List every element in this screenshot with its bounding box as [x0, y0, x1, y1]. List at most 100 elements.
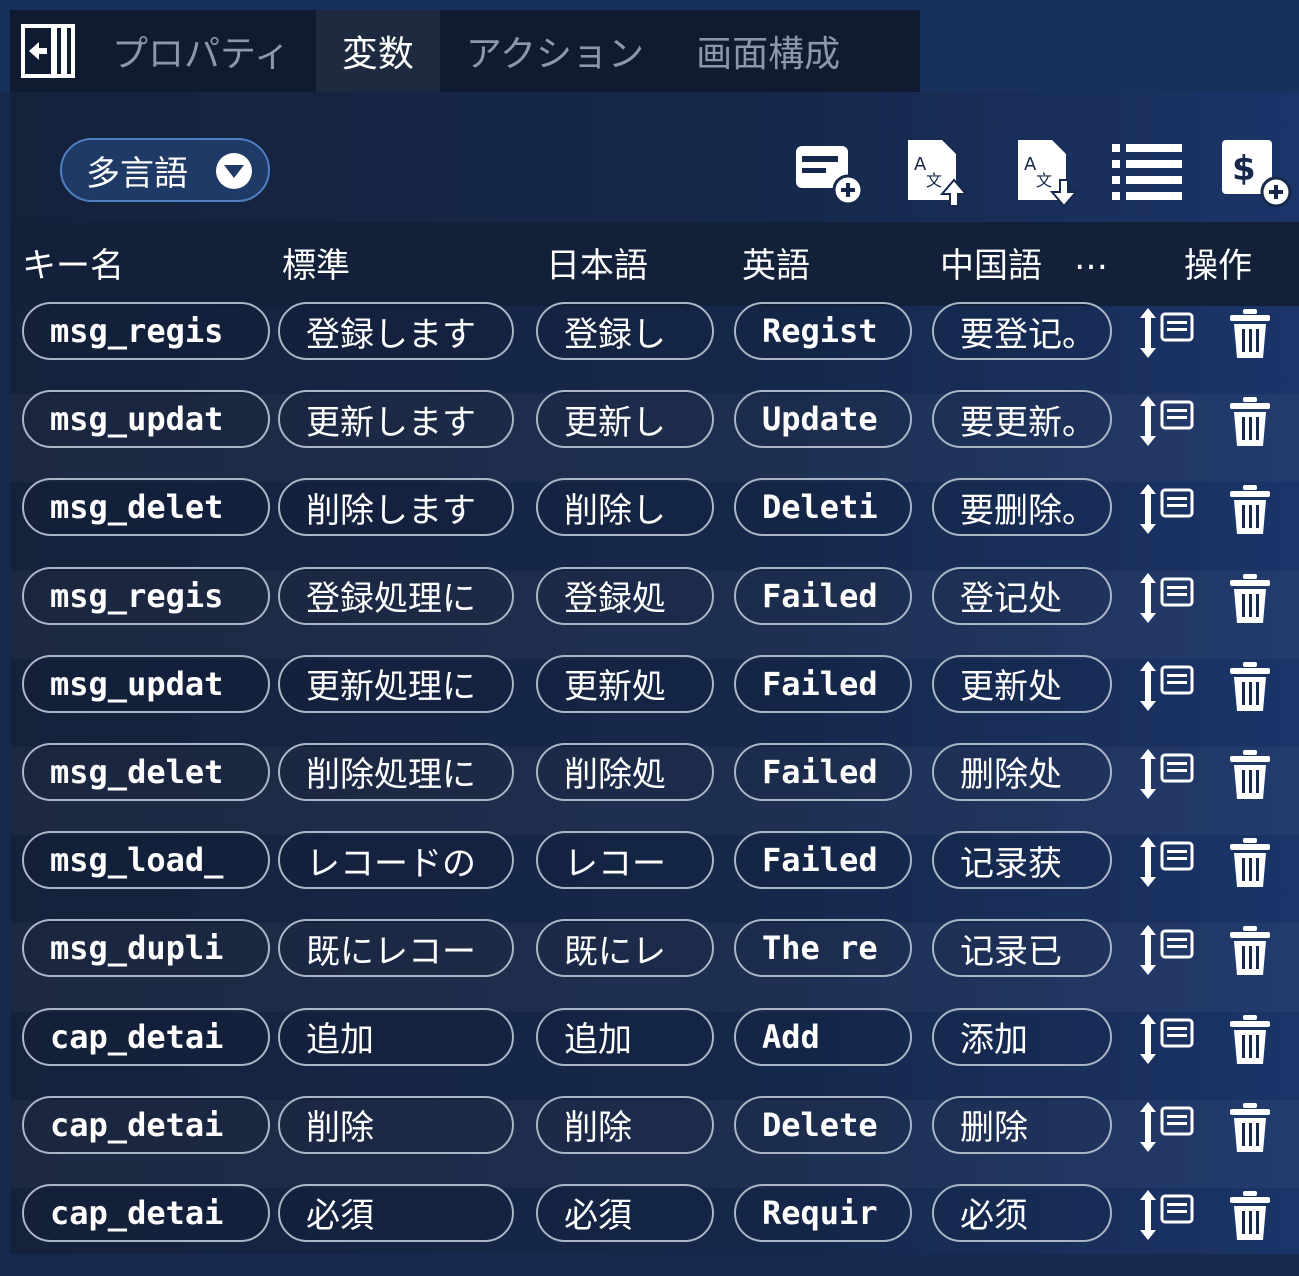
reorder-icon[interactable] [1138, 835, 1196, 889]
delete-icon[interactable] [1228, 1190, 1272, 1242]
key-value: msg_delet [50, 752, 224, 791]
table-row: msg_regis 登録します 登録し Regist 要登记。 [10, 302, 1299, 394]
add-variable-icon[interactable]: $ [1218, 136, 1292, 210]
delete-icon[interactable] [1228, 396, 1272, 448]
reorder-icon[interactable] [1138, 747, 1196, 801]
standard-field[interactable]: 更新します [278, 390, 514, 449]
delete-icon[interactable] [1228, 749, 1272, 801]
delete-icon[interactable] [1228, 661, 1272, 713]
chinese-field[interactable]: 添加 [932, 1007, 1112, 1066]
english-field[interactable]: Failed [734, 654, 912, 713]
list-icon[interactable] [1110, 136, 1184, 210]
reorder-icon[interactable] [1138, 1188, 1196, 1242]
key-field[interactable]: msg_updat [22, 390, 270, 449]
japanese-field[interactable]: 更新し [536, 390, 714, 449]
japanese-field[interactable]: 削除し [536, 478, 714, 537]
reorder-icon[interactable] [1138, 482, 1196, 536]
standard-field[interactable]: 削除 [278, 1095, 514, 1154]
translate-upload-icon[interactable]: A 文 [900, 136, 974, 210]
chinese-field[interactable]: 记录已 [932, 919, 1112, 978]
reorder-icon[interactable] [1138, 394, 1196, 448]
english-field[interactable]: Update [734, 390, 912, 449]
key-field[interactable]: msg_delet [22, 478, 270, 537]
add-card-icon[interactable] [790, 136, 864, 210]
english-field[interactable]: Failed [734, 742, 912, 801]
key-field[interactable]: msg_delet [22, 742, 270, 801]
translate-download-icon[interactable]: A 文 [1010, 136, 1084, 210]
reorder-icon[interactable] [1138, 1100, 1196, 1154]
tab-actions[interactable]: アクション [440, 10, 670, 92]
tab-properties[interactable]: プロパティ [86, 10, 316, 92]
chinese-field[interactable]: 必须 [932, 1183, 1112, 1242]
delete-icon[interactable] [1228, 1102, 1272, 1154]
standard-field[interactable]: 削除処理に [278, 742, 514, 801]
reorder-icon[interactable] [1138, 306, 1196, 360]
header-key: キー名 [22, 246, 124, 286]
japanese-field[interactable]: 削除 [536, 1095, 714, 1154]
chinese-field[interactable]: 要更新。 [932, 390, 1112, 449]
delete-icon[interactable] [1228, 1014, 1272, 1066]
tab-variables[interactable]: 変数 [315, 10, 440, 92]
chinese-value: 登记处 [960, 579, 1062, 620]
key-value: msg_delet [50, 488, 224, 527]
standard-value: 削除処理に [306, 755, 476, 796]
standard-field[interactable]: 必須 [278, 1183, 514, 1242]
chinese-field[interactable]: 要登记。 [932, 302, 1112, 360]
key-field[interactable]: msg_regis [22, 302, 270, 360]
key-field[interactable]: msg_load_ [22, 831, 270, 890]
reorder-icon[interactable] [1138, 571, 1196, 625]
chinese-field[interactable]: 登记处 [932, 566, 1112, 625]
key-field[interactable]: msg_dupli [22, 919, 270, 978]
standard-field[interactable]: レコードの [278, 831, 514, 890]
english-field[interactable]: Requir [734, 1183, 912, 1242]
english-field[interactable]: The re [734, 919, 912, 978]
language-select[interactable]: 多言語 [60, 138, 270, 202]
japanese-value: レコー [564, 843, 666, 884]
japanese-value: 登録し [564, 314, 666, 355]
japanese-field[interactable]: 更新処 [536, 654, 714, 713]
reorder-icon[interactable] [1138, 923, 1196, 977]
chinese-field[interactable]: 记录获 [932, 831, 1112, 890]
key-field[interactable]: msg_updat [22, 654, 270, 713]
key-field[interactable]: cap_detai [22, 1183, 270, 1242]
chinese-field[interactable]: 要删除。 [932, 478, 1112, 537]
key-field[interactable]: cap_detai [22, 1007, 270, 1066]
delete-icon[interactable] [1228, 573, 1272, 625]
japanese-value: 削除し [564, 490, 666, 531]
chinese-field[interactable]: 更新处 [932, 654, 1112, 713]
delete-icon[interactable] [1228, 925, 1272, 977]
standard-field[interactable]: 登録します [278, 302, 514, 360]
standard-field[interactable]: 登録処理に [278, 566, 514, 625]
chinese-field[interactable]: 删除 [932, 1095, 1112, 1154]
delete-icon[interactable] [1228, 837, 1272, 889]
japanese-field[interactable]: 既にレ [536, 919, 714, 978]
reorder-icon[interactable] [1138, 1012, 1196, 1066]
key-field[interactable]: msg_regis [22, 566, 270, 625]
chinese-value: 要更新。 [960, 402, 1086, 443]
english-field[interactable]: Failed [734, 831, 912, 890]
key-field[interactable]: cap_detai [22, 1095, 270, 1154]
delete-icon[interactable] [1228, 308, 1272, 360]
standard-field[interactable]: 更新処理に [278, 654, 514, 713]
japanese-field[interactable]: 削除処 [536, 742, 714, 801]
standard-field[interactable]: 追加 [278, 1007, 514, 1066]
japanese-field[interactable]: 登録し [536, 302, 714, 360]
chinese-field[interactable]: 删除处 [932, 742, 1112, 801]
japanese-field[interactable]: 必須 [536, 1183, 714, 1242]
english-field[interactable]: Add [734, 1007, 912, 1066]
delete-icon[interactable] [1228, 484, 1272, 536]
standard-field[interactable]: 既にレコー [278, 919, 514, 978]
japanese-field[interactable]: 登録処 [536, 566, 714, 625]
reorder-icon[interactable] [1138, 659, 1196, 713]
english-field[interactable]: Deleti [734, 478, 912, 537]
english-field[interactable]: Failed [734, 566, 912, 625]
english-field[interactable]: Delete [734, 1095, 912, 1154]
header-more-columns[interactable]: … [1074, 238, 1108, 278]
tab-screen-structure[interactable]: 画面構成 [670, 10, 866, 92]
collapse-panel-button[interactable] [10, 10, 86, 92]
standard-field[interactable]: 削除します [278, 478, 514, 537]
japanese-value: 追加 [564, 1020, 632, 1060]
japanese-field[interactable]: レコー [536, 831, 714, 890]
english-field[interactable]: Regist [734, 302, 912, 360]
japanese-field[interactable]: 追加 [536, 1007, 714, 1066]
